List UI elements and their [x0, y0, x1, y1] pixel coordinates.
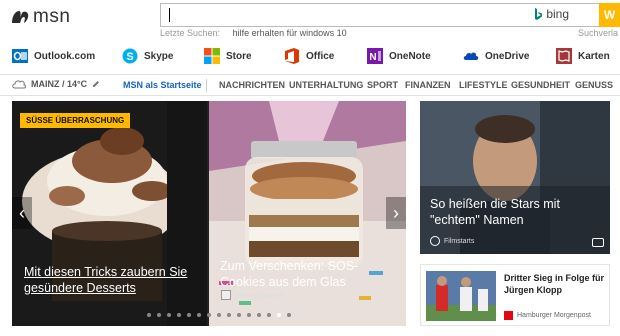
msn-butterfly-icon: [12, 11, 29, 23]
search-button[interactable]: W: [599, 3, 620, 27]
search-history-link[interactable]: Suchverla: [578, 28, 618, 38]
app-label: Skype: [144, 50, 174, 62]
carousel-dot[interactable]: [227, 313, 231, 317]
edit-pencil-icon[interactable]: [92, 80, 100, 88]
hero-carousel: SÜSSE ÜBERRASCHUNG Mit diesen Tricks zau…: [12, 101, 406, 326]
source-name: Hamburger Morgenpost: [517, 312, 591, 319]
carousel-dot[interactable]: [177, 313, 181, 317]
source-label: Hamburger Morgenpost: [504, 311, 591, 320]
msn-logo[interactable]: msn: [10, 6, 70, 28]
logo-text: msn: [33, 6, 71, 27]
hero-caption-link[interactable]: Zum Verschenken: SOS-Cookies aus dem Gla…: [220, 258, 400, 290]
nav-gesundheit[interactable]: GESUNDHEIT: [511, 80, 570, 90]
carousel-dot[interactable]: [267, 313, 271, 317]
app-onenote[interactable]: N OneNote: [367, 42, 431, 70]
outlook-icon: [12, 49, 28, 63]
news-card-klopp[interactable]: Dritter Sieg in Folge für Jürgen Klopp H…: [420, 264, 610, 326]
play-icon: [430, 236, 440, 246]
hero-slide-desserts[interactable]: SÜSSE ÜBERRASCHUNG Mit diesen Tricks zau…: [12, 101, 207, 326]
carousel-dot[interactable]: [237, 313, 241, 317]
carousel-dot[interactable]: [217, 313, 221, 317]
maps-icon: [556, 48, 572, 64]
category-nav: MAINZ / 14°C MSN als Startseite NACHRICH…: [0, 74, 620, 96]
nav-sport[interactable]: SPORT: [367, 80, 398, 90]
carousel-dot[interactable]: [277, 313, 281, 317]
nav-lifestyle[interactable]: LIFESTYLE: [459, 80, 508, 90]
app-label: OneNote: [389, 50, 431, 62]
portrait-image: [420, 101, 610, 254]
carousel-dot[interactable]: [187, 313, 191, 317]
carousel-dot[interactable]: [197, 313, 201, 317]
svg-text:S: S: [126, 51, 133, 63]
onedrive-icon: [463, 52, 479, 60]
hero-slide-cookies[interactable]: Zum Verschenken: SOS-Cookies aus dem Gla…: [209, 101, 406, 326]
app-shortcuts: Outlook.com S Skype Store Office N OneNo…: [0, 42, 620, 70]
source-label: Filmstarts: [430, 236, 474, 246]
news-card-stars[interactable]: So heißen die Stars mit "echtem" Namen F…: [420, 101, 610, 254]
carousel-dots: [147, 313, 291, 317]
carousel-next-button[interactable]: ›: [386, 197, 406, 229]
cloud-icon: [12, 80, 26, 89]
category-badge: SÜSSE ÜBERRASCHUNG: [20, 113, 131, 128]
nav-divider: [206, 79, 207, 92]
source-label: Heimgourmet: [221, 290, 284, 300]
hero-caption-link[interactable]: Mit diesen Tricks zaubern Sie gesündere …: [24, 264, 199, 296]
mopo-logo-icon: [504, 311, 513, 320]
recent-searches: Letzte Suchen: hilfe erhalten für window…: [160, 28, 347, 38]
app-outlook[interactable]: Outlook.com: [12, 42, 95, 70]
recent-query-link[interactable]: hilfe erhalten für windows 10: [233, 28, 347, 38]
app-store[interactable]: Store: [204, 42, 252, 70]
carousel-dot[interactable]: [257, 313, 261, 317]
text-caret: [169, 8, 170, 22]
app-maps[interactable]: Karten: [556, 42, 610, 70]
source-name: Heimgourmet: [236, 290, 285, 300]
app-label: Office: [306, 50, 335, 62]
app-label: Outlook.com: [34, 50, 96, 62]
nav-finanzen[interactable]: FINANZEN: [405, 80, 451, 90]
app-skype[interactable]: S Skype: [122, 42, 173, 70]
bing-label: bing: [546, 7, 569, 21]
svg-text:N: N: [369, 52, 376, 63]
weather-text: MAINZ / 14°C: [31, 79, 88, 89]
nav-genuss[interactable]: GENUSS: [575, 80, 613, 90]
weather-widget[interactable]: MAINZ / 14°C: [12, 79, 100, 89]
carousel-dot[interactable]: [207, 313, 211, 317]
card-caption[interactable]: So heißen die Stars mit "echtem" Namen: [430, 196, 605, 228]
search-input[interactable]: bing: [160, 3, 600, 27]
football-image: [426, 271, 496, 321]
carousel-dot[interactable]: [247, 313, 251, 317]
store-icon: [204, 48, 220, 64]
top-bar: msn bing W Letzte Suchen: hilfe erhalten…: [0, 0, 620, 40]
app-onedrive[interactable]: OneDrive: [463, 42, 529, 70]
skype-icon: S: [122, 48, 138, 64]
bing-icon: [535, 7, 543, 20]
source-name: Filmstarts: [444, 237, 475, 245]
recent-label: Letzte Suchen:: [160, 28, 221, 38]
office-icon: [285, 48, 299, 64]
camera-icon: [592, 238, 604, 247]
card-title[interactable]: Dritter Sieg in Folge für Jürgen Klopp: [504, 272, 609, 296]
carousel-prev-button[interactable]: ‹: [12, 197, 32, 229]
carousel-dot[interactable]: [147, 313, 151, 317]
app-label: Karten: [578, 50, 610, 62]
heimgourmet-logo-icon: [221, 290, 231, 300]
carousel-dot[interactable]: [287, 313, 291, 317]
onenote-icon: N: [367, 48, 383, 64]
app-label: OneDrive: [485, 50, 530, 62]
bing-branding: bing: [534, 7, 569, 21]
nav-unterhaltung[interactable]: UNTERHALTUNG: [289, 80, 363, 90]
carousel-dot[interactable]: [157, 313, 161, 317]
carousel-dot[interactable]: [167, 313, 171, 317]
msn-startpage-link[interactable]: MSN als Startseite: [123, 80, 202, 90]
app-label: Store: [226, 50, 252, 62]
app-office[interactable]: Office: [284, 42, 334, 70]
nav-nachrichten[interactable]: NACHRICHTEN: [219, 80, 285, 90]
